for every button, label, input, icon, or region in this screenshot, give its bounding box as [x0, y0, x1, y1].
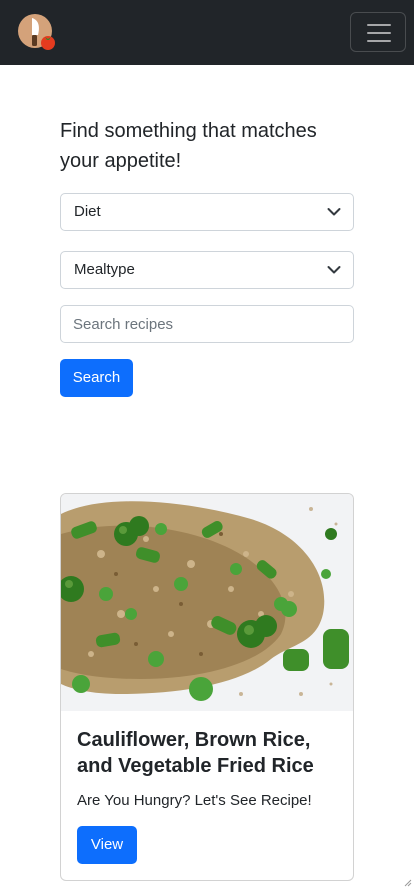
navbar	[0, 0, 414, 65]
recipe-card: Cauliflower, Brown Rice, and Vegetable F…	[60, 493, 354, 881]
hamburger-menu-button[interactable]	[350, 12, 406, 52]
mealtype-select[interactable]: Mealtype	[60, 251, 354, 289]
chevron-down-icon	[327, 266, 341, 274]
hamburger-menu-icon	[367, 32, 391, 34]
view-recipe-button[interactable]: View	[77, 826, 137, 864]
hamburger-menu-icon	[367, 24, 391, 26]
chef-knife-tomato-logo-icon[interactable]	[17, 13, 57, 53]
mealtype-select-value: Mealtype	[74, 261, 135, 278]
diet-select[interactable]: Diet	[60, 193, 354, 231]
fried-rice-photo	[61, 494, 353, 711]
hamburger-menu-icon	[367, 40, 391, 42]
search-button[interactable]: Search	[60, 359, 133, 397]
resize-grip-icon[interactable]	[402, 877, 412, 887]
search-recipes-input[interactable]	[60, 305, 354, 343]
recipe-card-title: Cauliflower, Brown Rice, and Vegetable F…	[77, 729, 314, 777]
search-headline: Find something that matches your appetit…	[60, 120, 317, 172]
diet-select-value: Diet	[74, 203, 101, 220]
recipe-card-text: Are You Hungry? Let's See Recipe!	[77, 792, 312, 809]
chevron-down-icon	[327, 208, 341, 216]
